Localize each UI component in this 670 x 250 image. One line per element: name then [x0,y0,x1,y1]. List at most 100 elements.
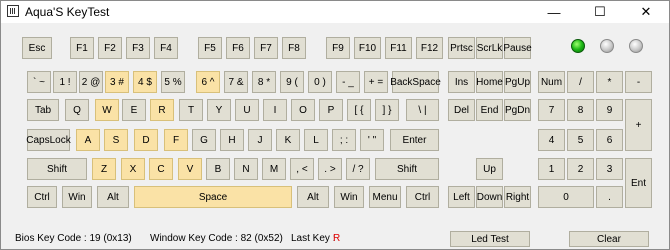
key-num-0[interactable]: 0 [538,186,594,208]
key-v[interactable]: V [178,158,202,180]
key-f10[interactable]: F10 [354,37,381,59]
key-f4[interactable]: F4 [154,37,178,59]
key-num-3[interactable]: 3 [596,158,623,180]
key-m[interactable]: M [262,158,286,180]
key-8[interactable]: 8 * [252,71,276,93]
key-y[interactable]: Y [207,99,231,121]
key-s[interactable]: S [104,129,128,151]
key-end[interactable]: End [476,99,503,121]
key-x[interactable]: X [121,158,145,180]
key-page-up[interactable]: PgUp [504,71,531,93]
key-right-bracket[interactable]: ] } [375,99,399,121]
key-num-6[interactable]: 6 [596,129,623,151]
key-num-decimal[interactable]: . [596,186,623,208]
key-f8[interactable]: F8 [282,37,306,59]
key-right-shift[interactable]: Shift [375,158,439,180]
key-num-enter[interactable]: Ent [625,158,652,208]
key-f9[interactable]: F9 [326,37,350,59]
key-u[interactable]: U [235,99,259,121]
key-enter[interactable]: Enter [390,129,439,151]
key-left[interactable]: Left [448,186,475,208]
key-num-1[interactable]: 1 [538,158,565,180]
key-j[interactable]: J [248,129,272,151]
key-down[interactable]: Down [476,186,503,208]
key-f12[interactable]: F12 [416,37,443,59]
key-prtsc[interactable]: Prtsc [448,37,475,59]
key-num-subtract[interactable]: - [625,71,652,93]
key-b[interactable]: B [206,158,230,180]
key-slash[interactable]: / ? [346,158,370,180]
key-t[interactable]: T [179,99,203,121]
key-comma[interactable]: , < [290,158,314,180]
key-right[interactable]: Right [504,186,531,208]
key-2[interactable]: 2 @ [79,71,103,93]
key-capslock[interactable]: CapsLock [26,129,71,151]
key-z[interactable]: Z [92,158,116,180]
key-minus[interactable]: - _ [336,71,360,93]
key-n[interactable]: N [234,158,258,180]
key-f[interactable]: F [164,129,188,151]
key-num-2[interactable]: 2 [567,158,594,180]
clear-button[interactable]: Clear [569,231,649,247]
key-5[interactable]: 5 % [161,71,185,93]
key-menu[interactable]: Menu [369,186,401,208]
key-page-down[interactable]: PgDn [504,99,531,121]
key-f3[interactable]: F3 [126,37,150,59]
key-pause[interactable]: Pause [503,37,532,59]
key-backslash[interactable]: \ | [406,99,439,121]
close-button[interactable]: ✕ [623,1,669,23]
key-3[interactable]: 3 # [105,71,129,93]
key-d[interactable]: D [134,129,158,151]
key-i[interactable]: I [263,99,287,121]
key-semicolon[interactable]: ; : [332,129,356,151]
key-7[interactable]: 7 & [224,71,248,93]
key-1[interactable]: 1 ! [53,71,77,93]
key-left-ctrl[interactable]: Ctrl [27,186,57,208]
key-w[interactable]: W [95,99,119,121]
key-scrlk[interactable]: ScrLk [476,37,503,59]
key-p[interactable]: P [319,99,343,121]
key-num-8[interactable]: 8 [567,99,594,121]
key-up[interactable]: Up [476,158,503,180]
key-right-ctrl[interactable]: Ctrl [406,186,439,208]
key-9[interactable]: 9 ( [280,71,304,93]
key-right-win[interactable]: Win [334,186,364,208]
key-q[interactable]: Q [65,99,89,121]
key-num-add[interactable]: + [625,99,652,151]
key-c[interactable]: C [149,158,173,180]
key-backspace[interactable]: BackSpace [390,71,441,93]
key-l[interactable]: L [304,129,328,151]
minimize-button[interactable]: — [531,1,577,23]
maximize-button[interactable]: ☐ [577,1,623,23]
key-0[interactable]: 0 ) [308,71,332,93]
key-g[interactable]: G [192,129,216,151]
key-f2[interactable]: F2 [98,37,122,59]
key-numlock[interactable]: Num [538,71,565,93]
key-left-win[interactable]: Win [62,186,92,208]
key-f1[interactable]: F1 [70,37,94,59]
key-o[interactable]: O [291,99,315,121]
key-right-alt[interactable]: Alt [297,186,329,208]
key-f11[interactable]: F11 [385,37,412,59]
key-r[interactable]: R [150,99,174,121]
key-num-divide[interactable]: / [567,71,594,93]
key-6[interactable]: 6 ^ [196,71,220,93]
led-test-button[interactable]: Led Test [450,231,530,247]
key-esc[interactable]: Esc [22,37,52,59]
key-num-7[interactable]: 7 [538,99,565,121]
key-f5[interactable]: F5 [198,37,222,59]
key-space[interactable]: Space [134,186,292,208]
key-tab[interactable]: Tab [27,99,59,121]
key-4[interactable]: 4 $ [133,71,157,93]
key-quote[interactable]: ' " [360,129,384,151]
key-left-bracket[interactable]: [ { [347,99,371,121]
key-equals[interactable]: + = [364,71,388,93]
key-delete[interactable]: Del [448,99,475,121]
key-period[interactable]: . > [318,158,342,180]
key-f7[interactable]: F7 [254,37,278,59]
key-h[interactable]: H [220,129,244,151]
title-bar[interactable]: Aqua'S KeyTest — ☐ ✕ [1,1,669,23]
key-num-4[interactable]: 4 [538,129,565,151]
key-a[interactable]: A [76,129,100,151]
key-left-shift[interactable]: Shift [27,158,87,180]
